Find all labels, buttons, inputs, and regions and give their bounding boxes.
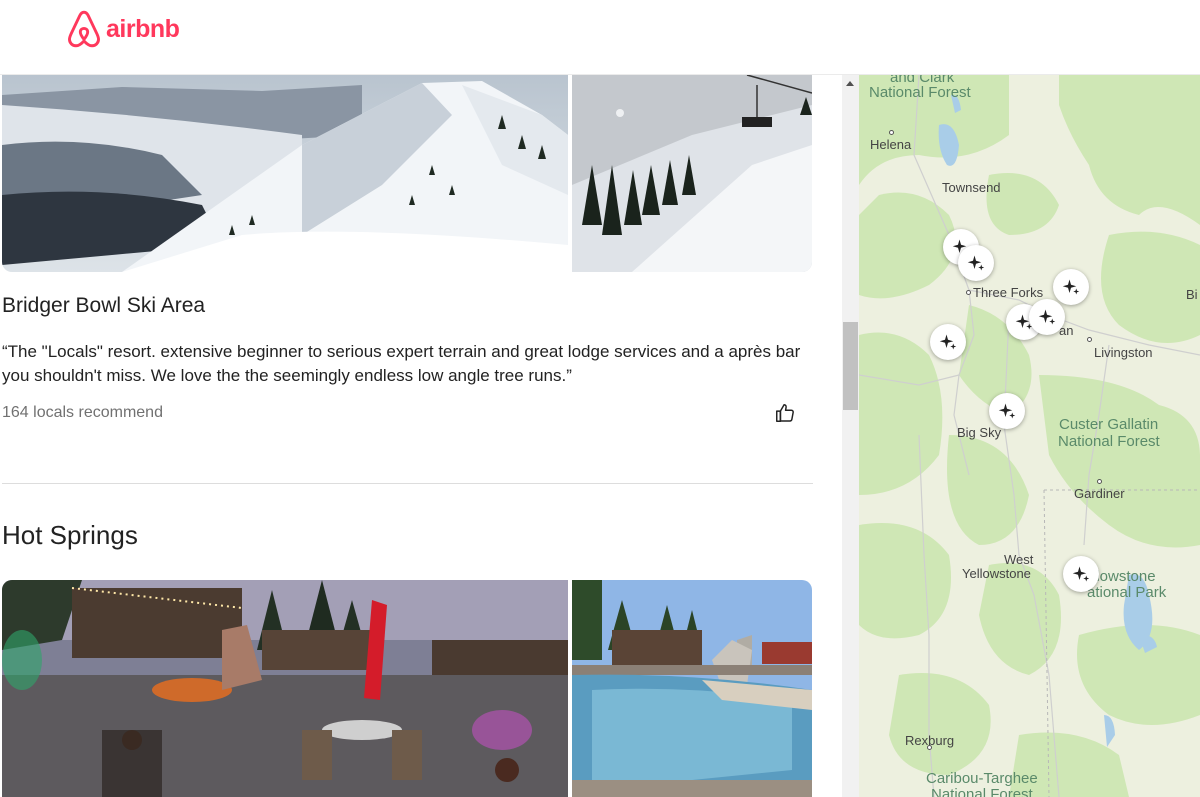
- scroll-up-arrow-icon[interactable]: [846, 81, 854, 86]
- sparkle-icon: [1038, 309, 1056, 325]
- map-label-caribou-1: Caribou-Targhee: [926, 770, 1038, 787]
- top-header: airbnb: [0, 0, 1200, 75]
- sparkle-icon: [967, 255, 985, 271]
- hot-springs-night-photo[interactable]: [2, 580, 568, 797]
- map-label-bi: Bi: [1186, 287, 1198, 302]
- sparkle-icon: [1072, 566, 1090, 582]
- map-label-townsend: Townsend: [942, 180, 1001, 195]
- guidebook-content: Bridger Bowl Ski Area “The "Locals" reso…: [0, 75, 842, 797]
- map-label-livingston: Livingston: [1094, 345, 1153, 360]
- airbnb-logo[interactable]: airbnb: [66, 10, 180, 48]
- airbnb-logo-icon: [68, 10, 100, 48]
- sparkle-icon: [1062, 279, 1080, 295]
- place-title[interactable]: Bridger Bowl Ski Area: [2, 294, 205, 318]
- map-label-custer-2: National Forest: [1058, 433, 1160, 450]
- section-title: Hot Springs: [2, 520, 138, 550]
- hot-springs-photo-row: [2, 580, 812, 797]
- map-label-west: West: [1004, 552, 1034, 567]
- place-quote: “The "Locals" resort. extensive beginner…: [2, 342, 801, 385]
- recommend-count: 164 locals recommend: [2, 404, 163, 421]
- map-label-big-sky: Big Sky: [957, 425, 1002, 440]
- section-divider: [2, 483, 813, 484]
- ski-photo-row: [2, 75, 812, 272]
- map-dot-three-forks: [966, 290, 971, 295]
- ski-lift-photo[interactable]: [572, 75, 812, 272]
- map-pin-8[interactable]: [1063, 556, 1099, 592]
- map-pin-2[interactable]: [958, 245, 994, 281]
- thumbs-up-icon[interactable]: [774, 402, 796, 424]
- sparkle-icon: [998, 403, 1016, 419]
- map-pin-5[interactable]: [1029, 299, 1065, 335]
- map-dot-gardiner: [1097, 479, 1102, 484]
- map-label-ynp-2: ational Park: [1087, 584, 1167, 601]
- map-label-gardiner: Gardiner: [1074, 486, 1125, 501]
- map-pin-6[interactable]: [930, 324, 966, 360]
- map-label-three-forks: Three Forks: [973, 285, 1044, 300]
- map-label-forest-top-2: National Forest: [869, 84, 971, 101]
- sparkle-icon: [939, 334, 957, 350]
- map-panel[interactable]: and Clark National Forest Helena Townsen…: [859, 75, 1200, 797]
- map-label-helena: Helena: [870, 137, 912, 152]
- map-pin-7[interactable]: [989, 393, 1025, 429]
- scrollbar-thumb[interactable]: [843, 322, 858, 410]
- map-label-caribou-2: National Forest: [931, 786, 1033, 797]
- map-dot-livingston: [1087, 337, 1092, 342]
- airbnb-wordmark: airbnb: [106, 14, 180, 43]
- map-label-west-yellowstone: Yellowstone: [962, 566, 1031, 581]
- map-dot-helena: [889, 130, 894, 135]
- map-dot-rexburg: [927, 745, 932, 750]
- content-scrollbar[interactable]: [842, 75, 859, 797]
- map-label-ynp-1: llowstone: [1093, 568, 1156, 585]
- map-pin-3[interactable]: [1053, 269, 1089, 305]
- hot-springs-pool-photo[interactable]: [572, 580, 812, 797]
- ski-slope-photo[interactable]: [2, 75, 568, 272]
- map-label-custer-1: Custer Gallatin: [1059, 416, 1159, 433]
